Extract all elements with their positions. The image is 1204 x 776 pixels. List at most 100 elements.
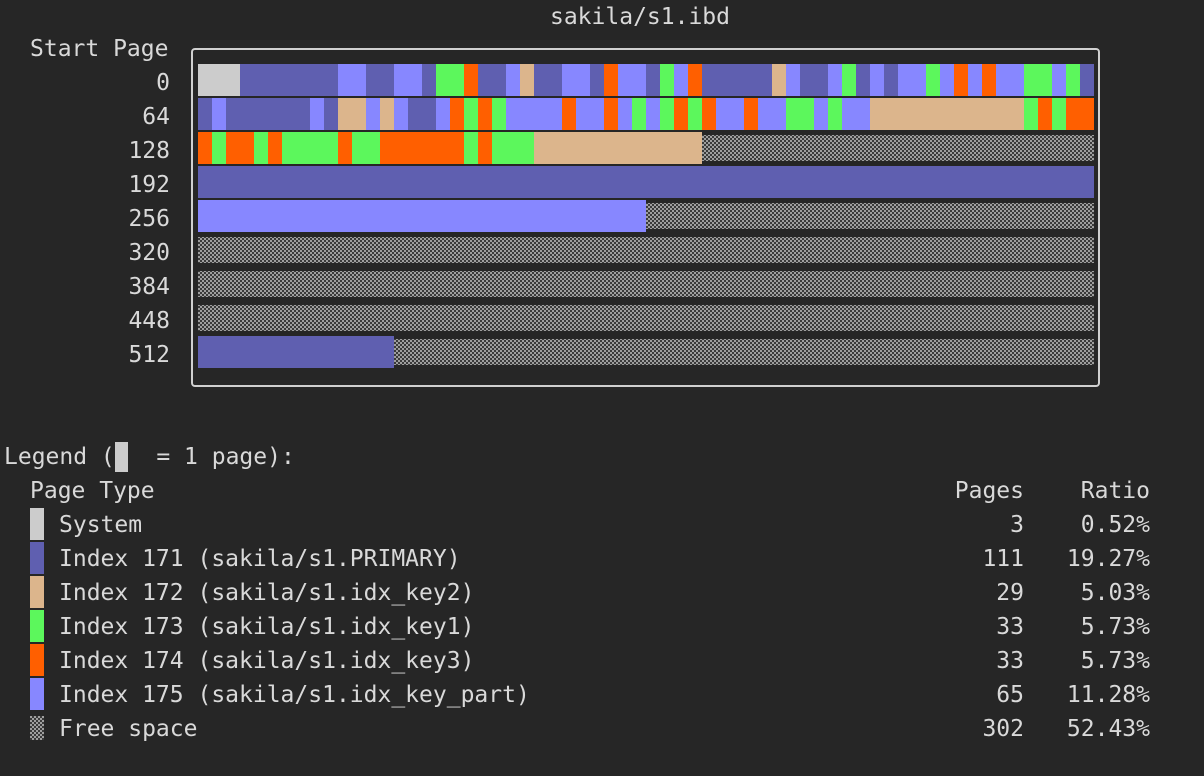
free-space-swatch — [30, 716, 44, 740]
legend-title: Legend ( = 1 page): — [4, 440, 295, 474]
index-175-swatch — [30, 678, 44, 710]
page-cell — [338, 98, 366, 130]
legend-ratio: 5.03% — [1080, 580, 1150, 606]
page-cell — [226, 132, 254, 164]
page-cell — [478, 132, 492, 164]
legend-label: Index 172 (sakila/s1.idx_key2) — [59, 580, 475, 606]
page-cell — [1066, 98, 1094, 130]
page-cell — [338, 64, 366, 96]
page-cell — [212, 98, 226, 130]
index-173-swatch — [30, 610, 44, 642]
page-cell — [198, 98, 212, 130]
legend-label: Index 174 (sakila/s1.idx_key3) — [59, 648, 475, 674]
page-cell — [800, 64, 828, 96]
page-cell — [394, 339, 1094, 365]
page-cell — [436, 98, 450, 130]
page-cell — [884, 64, 898, 96]
page-cell — [240, 64, 338, 96]
page-cell — [1038, 98, 1052, 130]
legend-ratio: 5.73% — [1080, 648, 1150, 674]
page-cell — [492, 132, 534, 164]
page-cell — [506, 64, 520, 96]
page-cell — [674, 98, 688, 130]
page-cell — [254, 132, 268, 164]
page-cell — [562, 98, 576, 130]
page-cell — [464, 132, 478, 164]
legend-label: Index 175 (sakila/s1.idx_key_part) — [59, 682, 530, 708]
page-cell — [450, 98, 464, 130]
page-map — [198, 64, 1094, 368]
page-cell — [618, 98, 632, 130]
page-cell — [660, 64, 674, 96]
row-label: 320 — [128, 240, 170, 266]
row-label: 256 — [128, 206, 170, 232]
page-cell — [268, 132, 282, 164]
page-cell — [408, 98, 436, 130]
page-cell — [604, 64, 618, 96]
page-cell — [310, 98, 324, 130]
page-cell — [940, 64, 954, 96]
legend-ratio: 11.28% — [1066, 682, 1150, 708]
page-cell — [380, 132, 464, 164]
page-cell — [828, 98, 842, 130]
page-cell — [212, 132, 226, 164]
page-cell — [702, 64, 772, 96]
page-cell — [1024, 64, 1052, 96]
page-cell — [520, 64, 534, 96]
row-label: 128 — [128, 138, 170, 164]
page-cell — [814, 98, 828, 130]
page-cell — [604, 98, 618, 130]
page-cell — [478, 98, 492, 130]
page-cell — [338, 132, 352, 164]
page-cell — [380, 98, 394, 130]
page-cell — [198, 200, 646, 232]
page-cell — [506, 98, 562, 130]
page-cell — [464, 64, 478, 96]
page-cell — [394, 64, 422, 96]
page-cell — [870, 64, 884, 96]
page-cell — [198, 132, 212, 164]
legend-pages: 33 — [996, 648, 1024, 674]
page-cell — [198, 336, 394, 368]
row-label: 192 — [128, 172, 170, 198]
page-cell — [688, 98, 702, 130]
page-cell — [786, 98, 814, 130]
legend-title-before: Legend ( — [4, 444, 115, 470]
page-cell — [478, 64, 506, 96]
header-pages: Pages — [954, 478, 1024, 504]
page-cell — [674, 64, 688, 96]
page-cell — [842, 64, 856, 96]
start-page-header: Start Page — [30, 36, 169, 62]
page-cell — [646, 98, 660, 130]
page-cell — [744, 98, 758, 130]
row-label: 512 — [128, 342, 170, 368]
legend-pages: 29 — [996, 580, 1024, 606]
page-cell — [352, 132, 380, 164]
page-cell — [436, 64, 464, 96]
row-label: 384 — [128, 274, 170, 300]
file-title: sakila/s1.ibd — [549, 4, 730, 30]
row-label: 0 — [156, 70, 170, 96]
index-171-swatch — [30, 542, 44, 574]
page-cell — [1052, 98, 1066, 130]
page-cell — [492, 98, 506, 130]
system-swatch — [30, 508, 44, 540]
row-label: 64 — [142, 104, 170, 130]
page-cell — [576, 98, 604, 130]
page-cell — [716, 98, 744, 130]
page-cell — [1080, 64, 1094, 96]
index-174-swatch — [30, 644, 44, 676]
legend-pages: 65 — [996, 682, 1024, 708]
page-cell — [842, 98, 870, 130]
page-cell — [198, 64, 240, 96]
page-cell — [618, 64, 646, 96]
page-cell — [954, 64, 968, 96]
page-cell — [856, 64, 870, 96]
page-cell — [786, 64, 800, 96]
legend-page-glyph — [115, 442, 128, 472]
header-ratio: Ratio — [1080, 478, 1150, 504]
page-cell — [394, 98, 408, 130]
page-cell — [758, 98, 786, 130]
page-cell — [996, 64, 1024, 96]
legend-ratio: 5.73% — [1080, 614, 1150, 640]
